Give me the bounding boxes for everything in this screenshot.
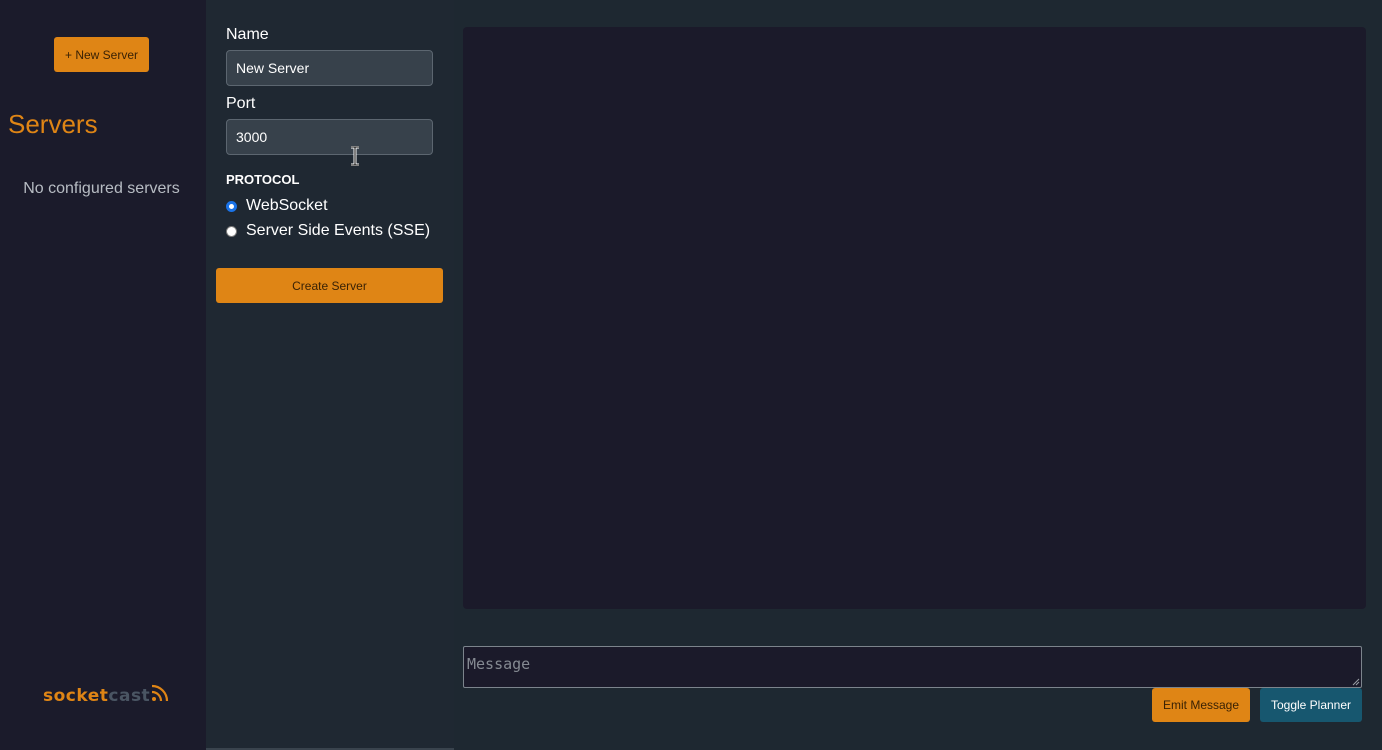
name-input[interactable] — [226, 50, 433, 86]
port-label: Port — [226, 95, 256, 112]
app-logo: socket cast — [43, 684, 169, 706]
server-form: Name Port PROTOCOL WebSocket Server Side… — [206, 0, 454, 750]
create-server-button[interactable]: Create Server — [216, 268, 443, 303]
empty-servers-message: No configured servers — [23, 180, 180, 197]
app-root: + New Server Servers No configured serve… — [0, 0, 1382, 750]
toggle-planner-button[interactable]: Toggle Planner — [1260, 688, 1362, 722]
protocol-option-websocket[interactable]: WebSocket — [226, 197, 328, 215]
new-server-button[interactable]: + New Server — [54, 37, 149, 72]
resize-grip-icon[interactable] — [1352, 678, 1360, 686]
logo-text-cast: cast — [108, 686, 151, 706]
radio-sse-label: Server Side Events (SSE) — [246, 222, 431, 239]
message-input[interactable]: Message — [463, 646, 1362, 688]
protocol-option-sse[interactable]: Server Side Events (SSE) — [226, 222, 430, 240]
logo-text-socket: socket — [43, 686, 109, 706]
protocol-label: PROTOCOL — [226, 172, 300, 187]
emit-message-button[interactable]: Emit Message — [1152, 688, 1250, 722]
port-input[interactable] — [226, 119, 433, 155]
radio-websocket[interactable] — [226, 200, 237, 212]
output-panel — [463, 27, 1366, 609]
sidebar: + New Server Servers No configured serve… — [0, 0, 206, 750]
text-cursor-icon — [351, 146, 359, 166]
radio-websocket-label: WebSocket — [246, 197, 328, 214]
servers-heading: Servers — [8, 109, 98, 139]
broadcast-icon — [152, 684, 169, 702]
message-placeholder: Message — [467, 655, 531, 673]
name-label: Name — [226, 26, 269, 43]
radio-sse[interactable] — [226, 225, 237, 237]
